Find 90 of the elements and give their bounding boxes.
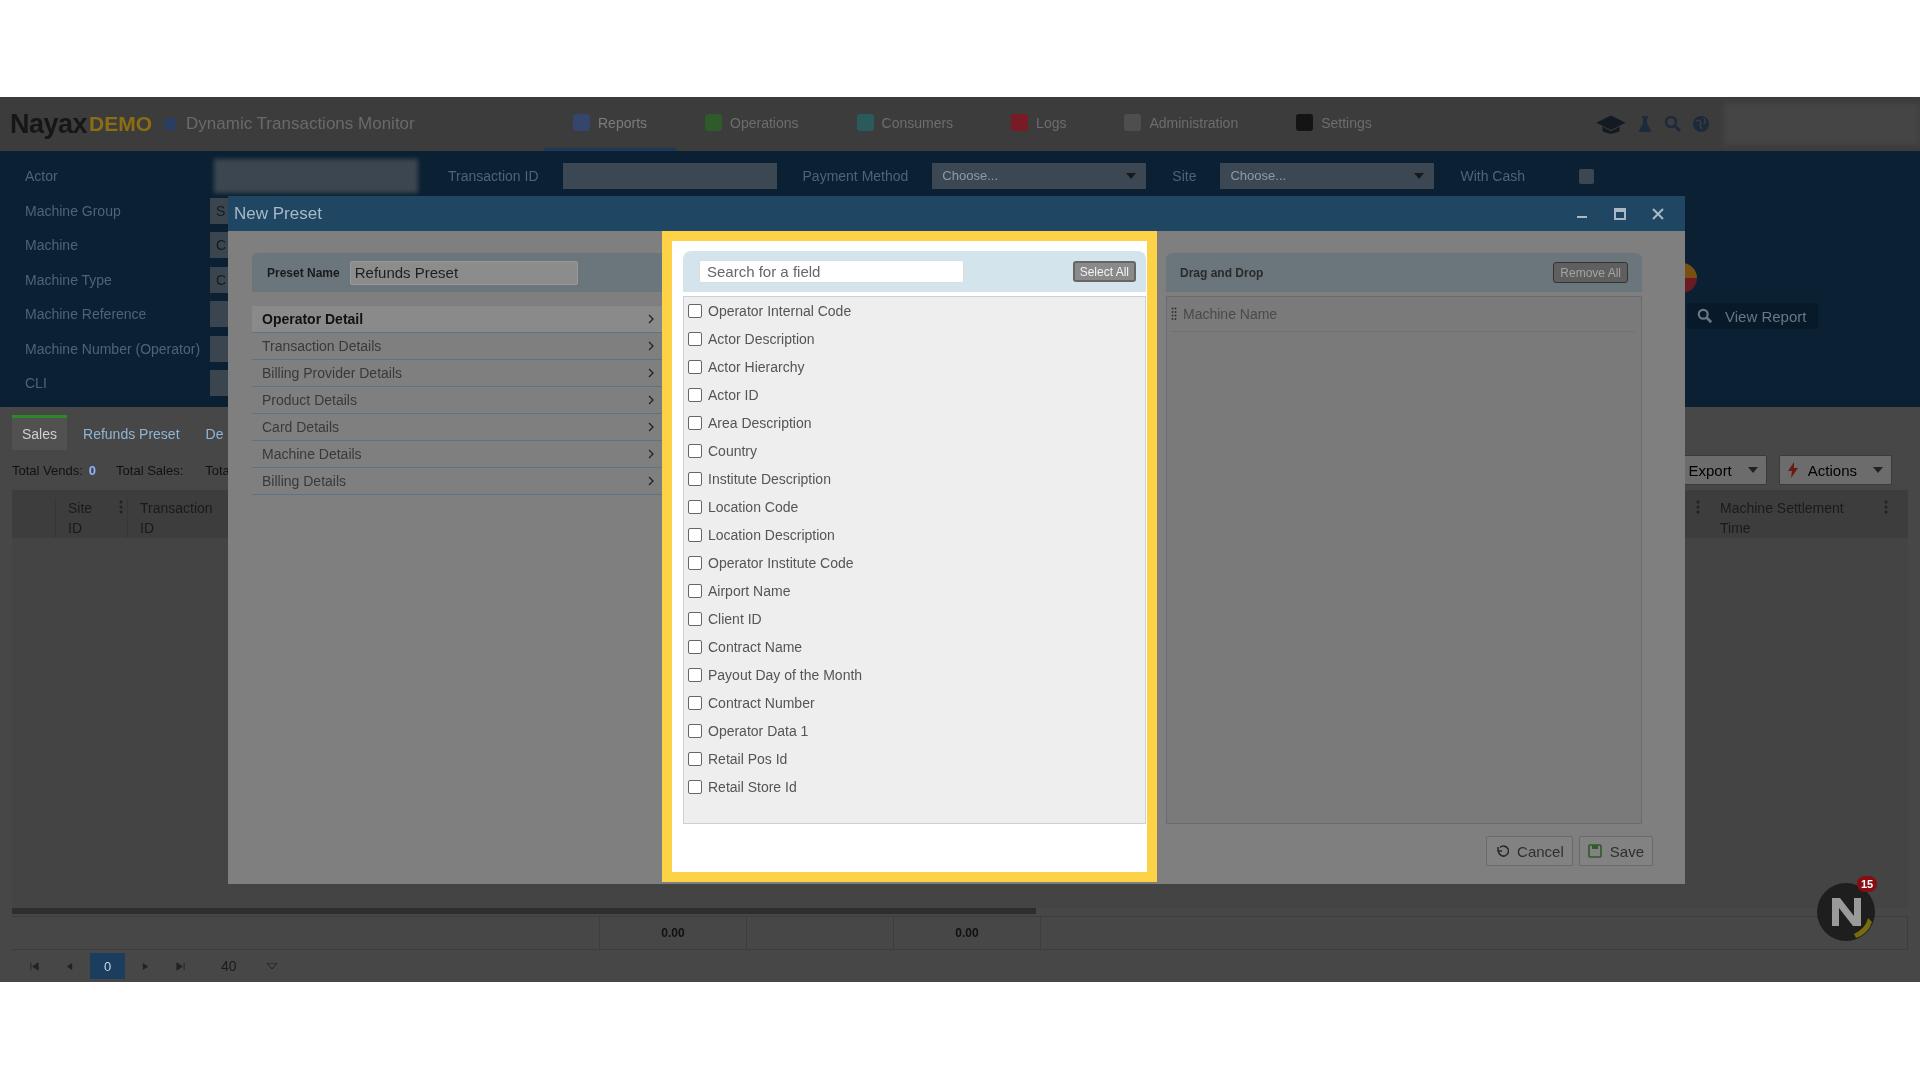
dialog-title: New Preset — [234, 203, 322, 224]
filter-field[interactable] — [562, 163, 777, 190]
field-option[interactable]: Retail Store Id — [708, 779, 797, 795]
caret-icon — [1873, 467, 1883, 473]
checkbox[interactable] — [688, 304, 702, 318]
field-option[interactable]: Location Description — [708, 527, 835, 543]
caret-icon — [1747, 467, 1758, 473]
field-option[interactable]: Location Code — [708, 499, 799, 515]
dropdown[interactable]: Choose... — [932, 163, 1147, 190]
field-option[interactable]: Country — [708, 443, 758, 459]
field-option[interactable]: Contract Name — [708, 639, 803, 655]
field-option[interactable]: Actor Hierarchy — [708, 359, 805, 375]
checkbox[interactable] — [688, 668, 702, 682]
maximize-icon[interactable] — [1613, 206, 1627, 221]
filter-label: Site — [1172, 168, 1197, 185]
field-option[interactable]: Operator Data 1 — [708, 723, 809, 739]
chat-launcher[interactable] — [1816, 882, 1876, 942]
checkbox[interactable] — [1579, 168, 1595, 184]
checkbox[interactable] — [688, 528, 702, 542]
field-option[interactable]: Payout Day of the Month — [708, 667, 863, 683]
filter-label: With Cash — [1460, 168, 1526, 185]
field-option[interactable]: Client ID — [708, 611, 762, 627]
filter-label: Machine Reference — [25, 306, 148, 323]
undo-icon — [1495, 844, 1510, 858]
cancel-button[interactable]: Cancel — [1486, 836, 1573, 866]
chevron-icon — [648, 449, 654, 459]
caret-icon — [1126, 173, 1137, 180]
blurred-field[interactable] — [214, 159, 418, 194]
monitor-icon — [164, 118, 177, 130]
close-icon[interactable] — [1651, 206, 1665, 221]
chevron-icon — [648, 422, 654, 432]
chevron-icon — [648, 368, 654, 378]
field-option[interactable]: Operator Institute Code — [708, 555, 854, 571]
select-all-button[interactable]: Select All — [1072, 261, 1136, 282]
checkbox[interactable] — [688, 388, 702, 402]
filter-label: CLI — [25, 375, 48, 392]
checkbox[interactable] — [688, 780, 702, 794]
filter-label: Machine Group — [25, 202, 122, 219]
page-number[interactable]: 0 — [90, 953, 125, 979]
filter-label: Machine Number (Operator) — [25, 340, 202, 357]
panel-title: Drag and Drop — [1180, 265, 1264, 280]
drag-handle-icon[interactable] — [1171, 307, 1177, 321]
filter-label: Actor — [25, 168, 59, 185]
chevron-icon — [648, 395, 654, 405]
chevron-icon — [648, 341, 654, 351]
field-option[interactable]: Actor ID — [708, 387, 759, 403]
field-option[interactable]: Airport Name — [708, 583, 791, 599]
checkbox[interactable] — [688, 584, 702, 598]
field-option[interactable]: Actor Description — [708, 331, 815, 347]
logo-suffix: DEMO — [89, 112, 153, 136]
caret-icon — [266, 963, 277, 969]
lightning-icon — [1787, 462, 1798, 478]
checkbox[interactable] — [688, 332, 702, 346]
checkbox[interactable] — [688, 640, 702, 654]
chevron-icon — [648, 476, 654, 486]
tab[interactable]: Refunds Preset — [73, 415, 190, 450]
remove-all-button[interactable]: Remove All — [1553, 262, 1628, 283]
preset-name-field[interactable]: Refunds Preset — [349, 260, 578, 285]
filter-label: Payment Method — [802, 168, 909, 185]
view-report-button[interactable]: View Report — [1687, 303, 1818, 329]
checkbox[interactable] — [688, 472, 702, 486]
checkbox[interactable] — [688, 360, 702, 374]
field-option[interactable]: Retail Pos Id — [708, 751, 788, 767]
field-option[interactable]: Operator Internal Code — [708, 303, 852, 319]
chevron-icon — [648, 314, 654, 324]
checkbox[interactable] — [688, 696, 702, 710]
checkbox[interactable] — [688, 612, 702, 626]
toolbar-button[interactable]: Actions — [1778, 455, 1892, 485]
dropdown[interactable]: Choose... — [1220, 163, 1435, 190]
checkbox[interactable] — [688, 724, 702, 738]
checkbox[interactable] — [688, 752, 702, 766]
filter-label: Machine Type — [25, 271, 113, 288]
filter-label: Transaction ID — [448, 168, 539, 185]
filter-label: Machine — [25, 237, 79, 254]
category-item[interactable]: Operator Detail — [252, 306, 662, 333]
tab[interactable]: Sales — [12, 415, 68, 450]
caret-icon — [1414, 173, 1425, 180]
checkbox[interactable] — [688, 444, 702, 458]
save-button[interactable]: Save — [1578, 836, 1653, 866]
total-value: 0 — [88, 462, 97, 478]
field-option[interactable]: Area Description — [708, 415, 812, 431]
field-option[interactable]: Institute Description — [708, 471, 831, 487]
checkbox[interactable] — [688, 416, 702, 430]
search-field[interactable]: Search for a field — [699, 260, 964, 283]
notification-badge: 15 — [1857, 876, 1878, 892]
field-option[interactable]: Contract Number — [708, 695, 815, 711]
checkbox[interactable] — [688, 556, 702, 570]
checkbox[interactable] — [688, 500, 702, 514]
preset-name-label: Preset Name — [267, 265, 340, 280]
search-icon — [1697, 308, 1713, 324]
